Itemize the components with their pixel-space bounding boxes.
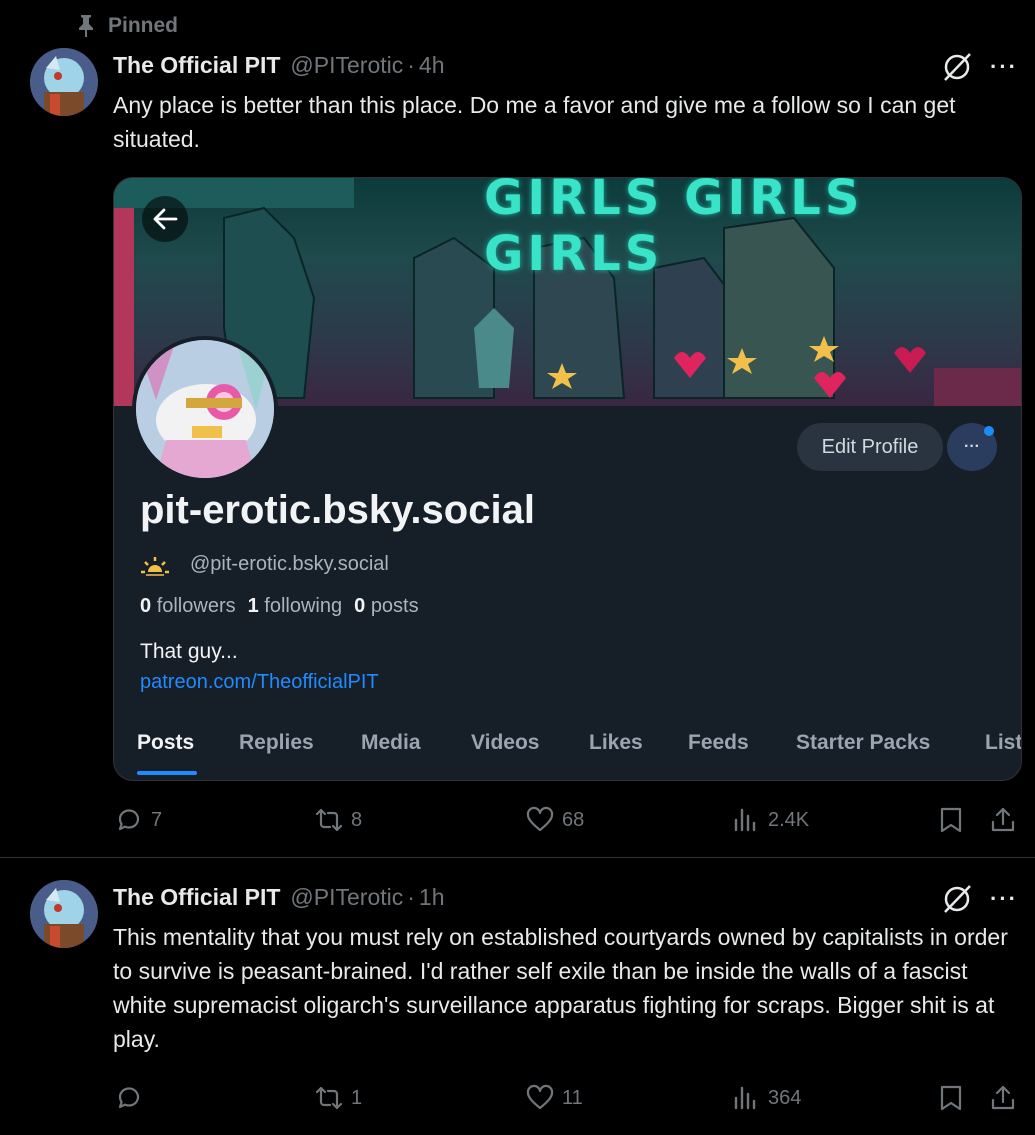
reply-icon	[118, 1087, 140, 1109]
heart-icon	[526, 1084, 554, 1110]
followers-stat[interactable]: 0 followers	[140, 595, 236, 618]
views-chart-icon	[734, 1086, 756, 1110]
profile-display-name: pit-erotic.bsky.social	[140, 488, 535, 532]
grok-icon[interactable]	[940, 50, 974, 84]
post-text: Any place is better than this place. Do …	[113, 92, 956, 152]
edit-profile-button[interactable]: Edit Profile	[797, 423, 943, 471]
tab-likes[interactable]: Likes	[589, 731, 643, 755]
views-count: 2.4K	[768, 808, 810, 831]
reply-button[interactable]: 7	[115, 806, 162, 834]
views-button[interactable]: 364	[732, 1084, 801, 1112]
notification-dot	[984, 426, 994, 436]
following-stat[interactable]: 1 following	[248, 595, 343, 618]
profile-tabs: Posts Replies Media Videos Likes Feeds S…	[114, 731, 1021, 780]
repost-icon	[315, 808, 343, 832]
views-button[interactable]: 2.4K	[732, 806, 809, 834]
author-handle[interactable]: @PITerotic	[290, 52, 403, 79]
profile-bio: That guy...	[140, 640, 238, 663]
author-name[interactable]: The Official PIT	[113, 884, 280, 911]
sun-badge-icon	[141, 556, 169, 576]
separator-dot: ·	[407, 884, 415, 910]
repost-count: 1	[351, 1086, 363, 1109]
profile-handle: @pit-erotic.bsky.social	[190, 553, 389, 575]
more-options-icon[interactable]: ···	[990, 886, 1018, 912]
profile-link[interactable]: patreon.com/TheofficialPIT	[140, 671, 379, 694]
profile-stats: 0 followers 1 following 0 posts	[140, 595, 419, 618]
avatar[interactable]	[30, 880, 98, 948]
reply-count: 7	[151, 808, 163, 831]
posts-stat: 0 posts	[354, 595, 419, 617]
pin-icon	[79, 15, 93, 37]
heart-icon	[526, 806, 554, 832]
repost-button[interactable]: 8	[315, 806, 362, 834]
repost-count: 8	[351, 808, 363, 831]
pinned-indicator: Pinned	[78, 14, 178, 38]
tab-starter-packs[interactable]: Starter Packs	[796, 731, 930, 755]
reply-icon	[118, 809, 140, 831]
bookmark-icon[interactable]	[937, 806, 965, 834]
grok-icon[interactable]	[940, 882, 974, 916]
post-image[interactable]: GIRLS GIRLS GIRLS Edit Profile ··· pit-e…	[113, 177, 1022, 781]
tab-replies[interactable]: Replies	[239, 731, 314, 755]
separator-dot: ·	[407, 52, 415, 78]
post-time[interactable]: 4h	[419, 52, 445, 79]
post-header: The Official PIT @PITerotic · 4h	[113, 52, 445, 79]
post-divider	[0, 857, 1035, 858]
like-button[interactable]: 68	[526, 806, 584, 834]
tab-feeds[interactable]: Feeds	[688, 731, 749, 755]
banner-sign-text: GIRLS GIRLS GIRLS	[484, 178, 864, 282]
arrow-left-icon	[153, 208, 178, 230]
repost-button[interactable]: 1	[315, 1084, 362, 1112]
post-time[interactable]: 1h	[419, 884, 445, 911]
pinned-label: Pinned	[108, 14, 179, 37]
tab-lists[interactable]: List	[985, 731, 1021, 755]
post-header: The Official PIT @PITerotic · 1h	[113, 884, 445, 911]
avatar[interactable]	[30, 48, 98, 116]
tab-media[interactable]: Media	[361, 731, 421, 755]
like-button[interactable]: 11	[526, 1084, 583, 1112]
share-icon[interactable]	[989, 806, 1017, 834]
profile-avatar[interactable]	[132, 336, 278, 482]
like-count: 68	[562, 808, 585, 831]
profile-handle-row: @pit-erotic.bsky.social	[140, 553, 389, 576]
repost-icon	[315, 1086, 343, 1110]
back-button[interactable]	[142, 196, 188, 242]
author-handle[interactable]: @PITerotic	[290, 884, 403, 911]
more-options-icon[interactable]: ···	[990, 54, 1018, 80]
like-count: 11	[562, 1086, 583, 1109]
author-name[interactable]: The Official PIT	[113, 52, 280, 79]
post-text: This mentality that you must rely on est…	[113, 924, 1008, 1052]
views-chart-icon	[734, 808, 756, 832]
share-icon[interactable]	[989, 1084, 1017, 1112]
tab-posts[interactable]: Posts	[137, 731, 194, 755]
reply-button[interactable]	[115, 1084, 151, 1112]
views-count: 364	[768, 1086, 802, 1109]
active-tab-indicator	[137, 771, 197, 775]
tab-videos[interactable]: Videos	[471, 731, 539, 755]
bookmark-icon[interactable]	[937, 1084, 965, 1112]
